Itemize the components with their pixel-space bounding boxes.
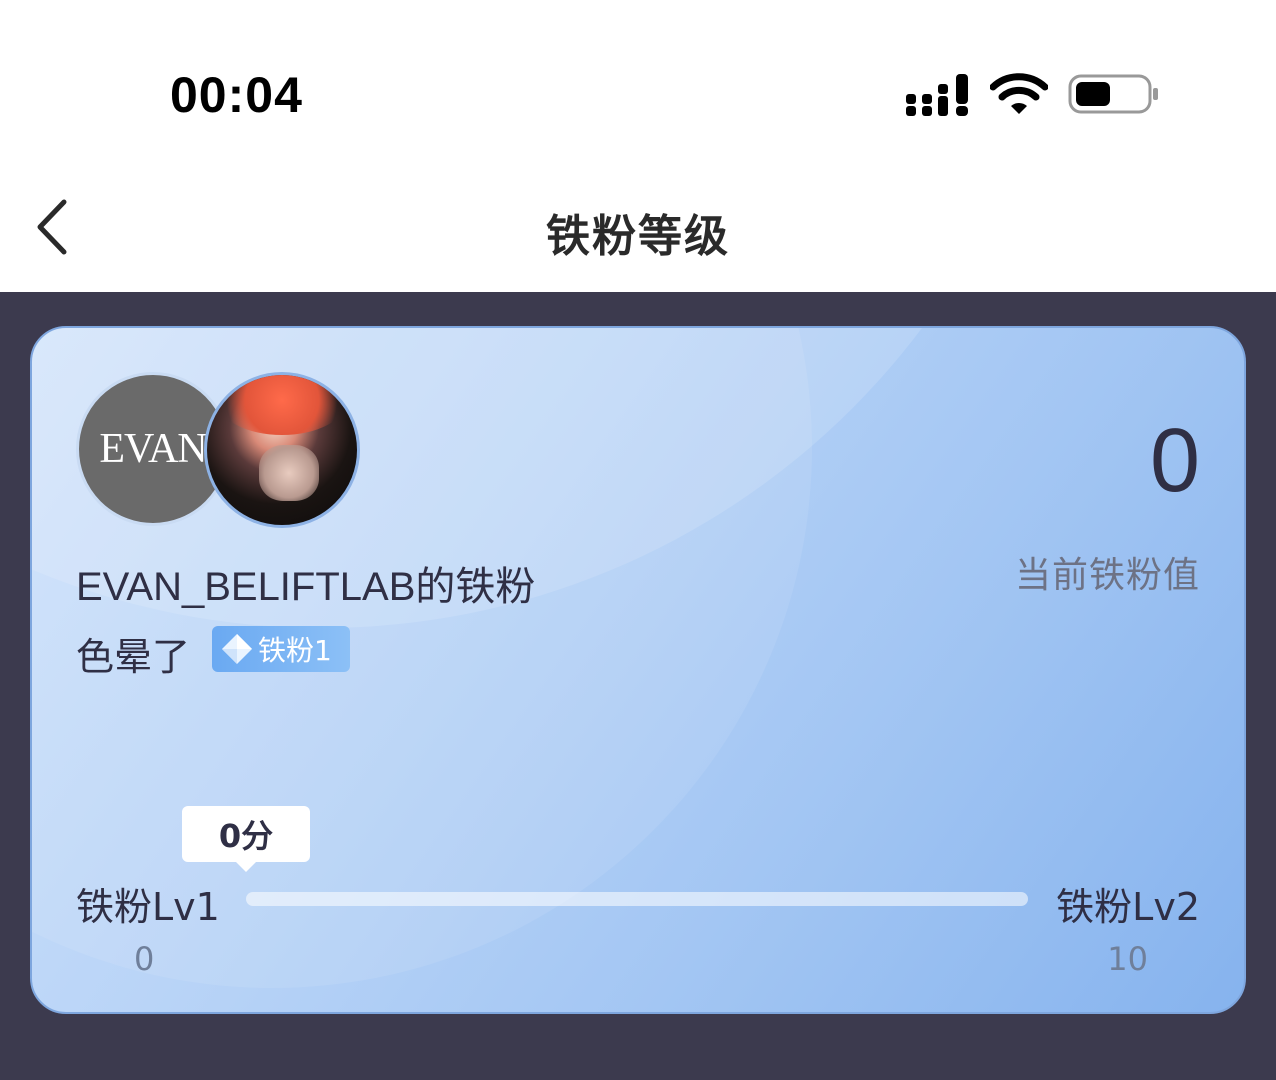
current-fan-value-label: 当前铁粉值 [1014, 555, 1200, 596]
content-area: EVAN EVAN_BELIFTLAB的铁粉 色晕了 铁粉1 0 当前铁粉值 0… [0, 292, 1276, 1080]
level-to-label: 铁粉Lv2 [1056, 885, 1200, 929]
badge-label: 铁粉1 [258, 634, 332, 667]
level-max-value: 10 [1107, 940, 1148, 978]
score-bubble: 0分 [182, 806, 310, 862]
fan-of-username: EVAN_BELIFTLAB的铁粉 [76, 565, 536, 609]
level-from-label: 铁粉Lv1 [76, 885, 220, 929]
level-min-value: 0 [134, 940, 155, 978]
fan-level-card: EVAN EVAN_BELIFTLAB的铁粉 色晕了 铁粉1 0 当前铁粉值 0… [30, 326, 1246, 1014]
status-bar: 00:04 [0, 0, 1276, 160]
signal-icon [906, 74, 968, 116]
user-nickname: 色晕了 [76, 635, 191, 679]
fan-level-badge: 铁粉1 [212, 626, 350, 672]
nav-bar: 铁粉等级 [0, 160, 1276, 292]
wifi-icon [990, 73, 1048, 114]
battery-icon [1068, 74, 1158, 114]
avatar-photo-detail [217, 375, 347, 435]
status-time: 00:04 [170, 67, 303, 123]
current-fan-value: 0 [1149, 411, 1200, 511]
avatar-photo-detail [259, 445, 319, 501]
diamond-icon [222, 634, 252, 664]
score-bubble-tail [236, 862, 256, 872]
user-avatar[interactable] [204, 372, 360, 528]
level-progress-bar [246, 892, 1028, 906]
page-title: 铁粉等级 [546, 211, 730, 262]
star-avatar-text: EVAN [99, 426, 207, 472]
